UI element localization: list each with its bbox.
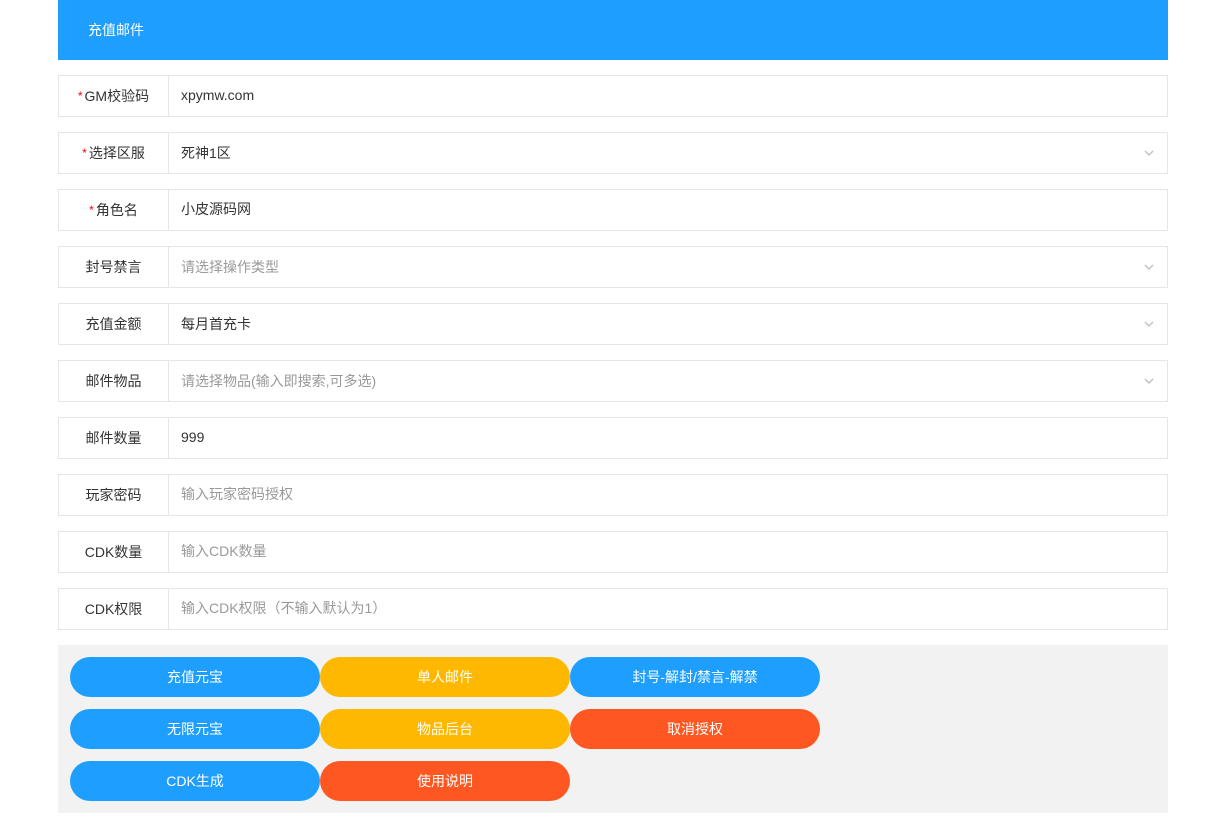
ban-mute-row: 封号禁言 请选择操作类型: [58, 246, 1168, 288]
cdk-generate-button[interactable]: CDK生成: [70, 761, 320, 801]
server-select-dropdown[interactable]: 死神1区: [169, 133, 1167, 171]
cancel-auth-button[interactable]: 取消授权: [570, 709, 820, 749]
mail-quantity-label: 邮件数量: [59, 418, 169, 458]
recharge-yuanbao-button[interactable]: 充值元宝: [70, 657, 320, 697]
button-row-1: 充值元宝 单人邮件 封号-解封/禁言-解禁: [58, 657, 1168, 697]
cdk-quantity-input[interactable]: [169, 532, 1167, 570]
instructions-button[interactable]: 使用说明: [320, 761, 570, 801]
button-row-3: CDK生成 使用说明: [58, 761, 1168, 801]
role-name-row: * 角色名: [58, 189, 1168, 231]
item-backend-button[interactable]: 物品后台: [320, 709, 570, 749]
action-button-panel: 充值元宝 单人邮件 封号-解封/禁言-解禁 无限元宝 物品后台 取消授权 CDK…: [58, 645, 1168, 813]
server-select-label: * 选择区服: [59, 133, 169, 173]
unlimited-yuanbao-button[interactable]: 无限元宝: [70, 709, 320, 749]
single-mail-button[interactable]: 单人邮件: [320, 657, 570, 697]
mail-quantity-row: 邮件数量: [58, 417, 1168, 459]
recharge-amount-row: 充值金额 每月首充卡: [58, 303, 1168, 345]
recharge-amount-label: 充值金额: [59, 304, 169, 344]
player-password-input[interactable]: [169, 475, 1167, 513]
gm-code-input[interactable]: [169, 76, 1167, 114]
role-name-label: * 角色名: [59, 190, 169, 230]
ban-mute-label: 封号禁言: [59, 247, 169, 287]
recharge-mail-header: 充值邮件: [58, 0, 1168, 60]
gm-code-label: * GM校验码: [59, 76, 169, 116]
cdk-permission-input[interactable]: [169, 589, 1167, 627]
button-row-2: 无限元宝 物品后台 取消授权: [58, 709, 1168, 749]
server-select-row: * 选择区服 死神1区: [58, 132, 1168, 174]
mail-quantity-input[interactable]: [169, 418, 1167, 456]
mail-items-dropdown[interactable]: 请选择物品(输入即搜索,可多选): [169, 361, 1167, 399]
recharge-amount-dropdown[interactable]: 每月首充卡: [169, 304, 1167, 342]
ban-mute-dropdown[interactable]: 请选择操作类型: [169, 247, 1167, 285]
role-name-input[interactable]: [169, 190, 1167, 228]
cdk-permission-row: CDK权限: [58, 588, 1168, 630]
required-mark: *: [82, 146, 87, 160]
ban-unban-button[interactable]: 封号-解封/禁言-解禁: [570, 657, 820, 697]
cdk-quantity-label: CDK数量: [59, 532, 169, 572]
header-title: 充值邮件: [88, 22, 144, 38]
mail-items-label: 邮件物品: [59, 361, 169, 401]
mail-items-row: 邮件物品 请选择物品(输入即搜索,可多选): [58, 360, 1168, 402]
cdk-quantity-row: CDK数量: [58, 531, 1168, 573]
player-password-label: 玩家密码: [59, 475, 169, 515]
required-mark: *: [78, 89, 83, 103]
gm-code-row: * GM校验码: [58, 75, 1168, 117]
cdk-permission-label: CDK权限: [59, 589, 169, 629]
player-password-row: 玩家密码: [58, 474, 1168, 516]
required-mark: *: [89, 203, 94, 217]
